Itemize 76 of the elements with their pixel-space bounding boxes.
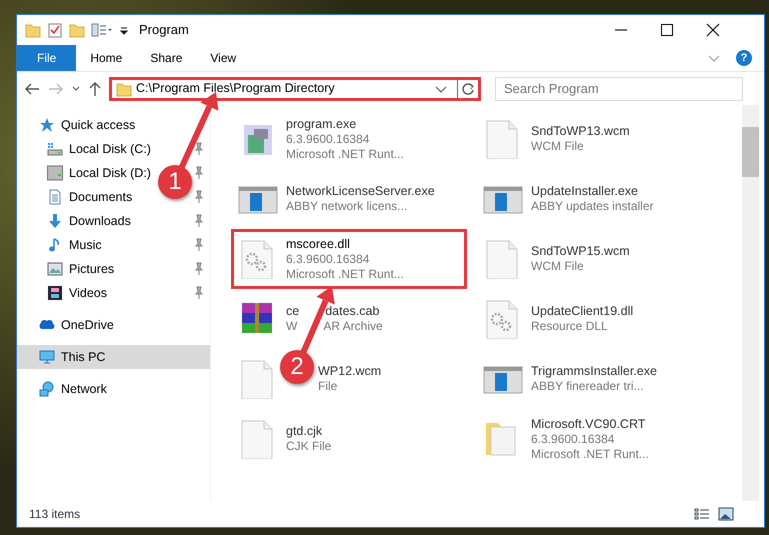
file-name-fragment: dates.cab <box>325 304 380 318</box>
file-detail-fragment: File <box>318 379 338 393</box>
picture-icon <box>47 261 63 277</box>
nav-item[interactable]: Quick access <box>61 116 136 134</box>
film-icon <box>47 285 63 301</box>
window-title: Program <box>139 21 189 40</box>
close-icon <box>706 22 720 37</box>
item-count: 113 items <box>29 506 80 523</box>
file-name: TrigrammsInstaller.exe <box>531 364 657 379</box>
file-name-fragment: ce <box>286 304 300 318</box>
file-detail: Microsoft .NET Runt... <box>286 146 404 162</box>
file-detail: 6.3.9600.16384 <box>286 132 370 146</box>
file-name: SndToWP13.wcm <box>531 124 630 139</box>
file-detail: CJK File <box>286 439 332 454</box>
file-name: Microsoft.VC90.CRT <box>531 416 646 432</box>
large-icons-view-icon <box>718 507 734 521</box>
file-name: program.exe <box>286 116 358 132</box>
file-detail: ABBY finereader tri... <box>531 379 644 394</box>
file-menu-button[interactable]: File <box>17 45 76 71</box>
forward-arrow-icon <box>47 80 65 96</box>
view-menu-icon <box>91 22 113 38</box>
nav-item[interactable]: Music <box>69 236 102 254</box>
folder-icon <box>69 22 85 38</box>
address-path: C:\Program Files\Program Directory <box>136 80 335 98</box>
file-name: NetworkLicenseServer.exe <box>286 184 435 199</box>
checklist-icon <box>47 22 63 38</box>
up-arrow-icon <box>87 80 103 96</box>
scrollbar-thumb[interactable] <box>742 127 759 177</box>
back-arrow-icon <box>23 80 41 96</box>
file-detail: WCM File <box>531 139 585 154</box>
computer-icon <box>39 349 55 365</box>
nav-item[interactable]: This PC <box>61 348 106 366</box>
address-bar[interactable]: C:\Program Files\Program Directory <box>109 76 481 100</box>
file-name-fragment: WP12.wcm <box>318 364 382 378</box>
nav-item[interactable]: Local Disk (C:) <box>69 140 151 158</box>
file-detail: Microsoft .NET Runt... <box>286 266 404 282</box>
drive-icon <box>47 165 63 181</box>
details-view-icon <box>694 507 710 521</box>
file-detail: 6.3.9600.16384 <box>531 432 616 446</box>
star-icon <box>39 117 55 133</box>
nav-item[interactable]: Downloads <box>69 212 131 230</box>
search-field[interactable]: Search Program <box>495 76 743 100</box>
file-name: UpdateClient19.dll <box>531 304 634 319</box>
drive-icon <box>47 141 63 157</box>
help-button[interactable]: ? <box>736 50 752 66</box>
nav-item[interactable]: OneDrive <box>61 316 114 334</box>
maximize-icon <box>661 24 673 36</box>
file-detail-fragment: AR Archive <box>323 319 383 333</box>
nav-item[interactable]: Documents <box>69 188 132 206</box>
file-name: UpdateInstaller.exe <box>531 184 640 199</box>
nav-item[interactable]: Network <box>61 380 107 398</box>
file-name: mscoree.dll <box>286 236 351 252</box>
ribbon-tab[interactable]: View <box>196 45 250 71</box>
scrollbar[interactable] <box>742 105 759 501</box>
file-detail: Resource DLL <box>531 319 609 334</box>
folder-icon <box>116 80 132 96</box>
folder-icon <box>25 22 41 38</box>
file-name: SndToWP15.wcm <box>531 244 630 259</box>
ribbon-tab[interactable]: Home <box>76 45 136 71</box>
nav-item[interactable]: Local Disk (D:) <box>69 164 151 182</box>
document-icon <box>47 189 63 205</box>
file-detail-fragment: W <box>286 319 298 333</box>
refresh-icon <box>461 82 475 96</box>
file-detail: ABBY updates installer <box>531 199 654 214</box>
network-icon <box>39 381 55 397</box>
minimize-icon <box>615 28 627 31</box>
selected-nav-row[interactable]: This PC <box>17 345 210 369</box>
file-detail: WCM File <box>531 259 585 274</box>
file-detail: 6.3.9600.16384 <box>286 252 370 266</box>
file-name: gtd.cjk <box>286 424 324 439</box>
file-detail: ABBY network licens... <box>286 199 408 214</box>
ribbon-tab[interactable]: Share <box>136 45 196 71</box>
nav-item[interactable]: Pictures <box>69 260 114 278</box>
file-detail: Microsoft .NET Runt... <box>531 446 649 462</box>
nav-item[interactable]: Videos <box>69 284 107 302</box>
download-icon <box>47 213 63 229</box>
